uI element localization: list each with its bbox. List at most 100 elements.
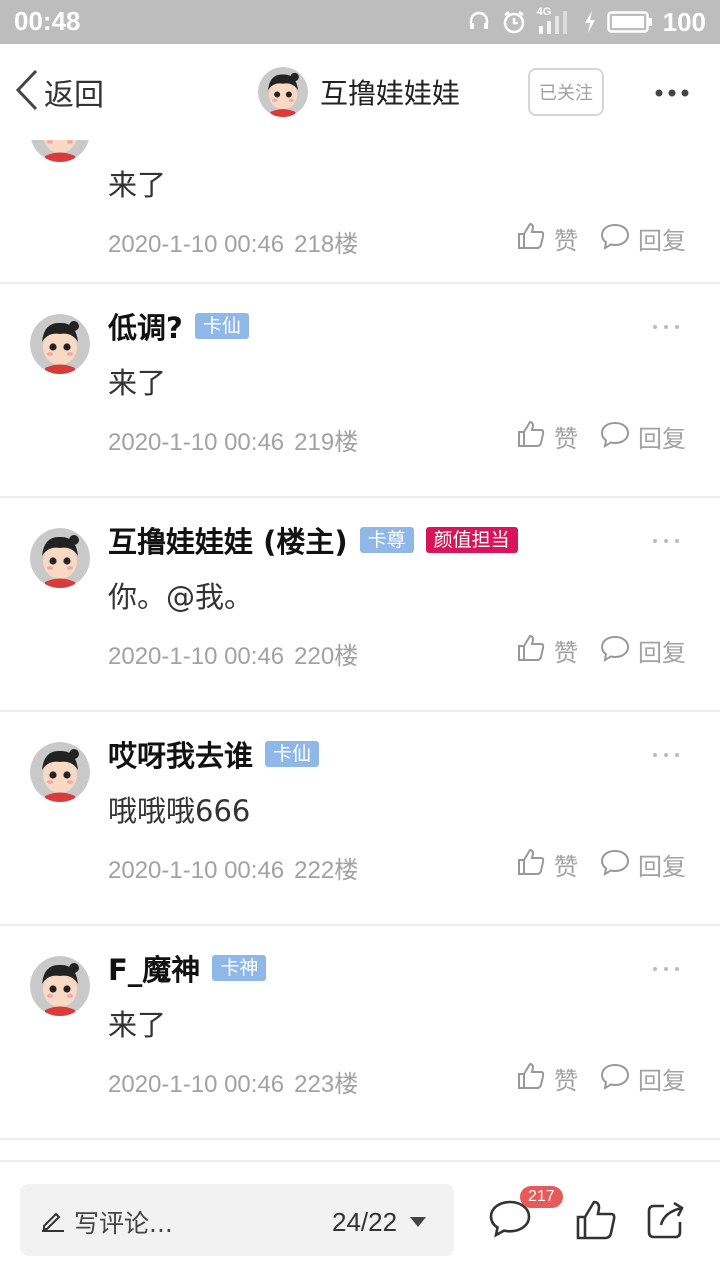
status-icons: 4G 100 [467, 6, 706, 38]
bolt-icon [583, 10, 597, 34]
like-label: 赞 [554, 638, 578, 667]
post-datetime: 2020-1-10 00:46 [108, 429, 285, 456]
post-meta: 2020-1-10 00:46 223楼 [108, 1064, 358, 1099]
bottom-bar: 写评论... 24/22 217 [0, 1160, 720, 1280]
post-floor: 222楼 [294, 857, 359, 884]
triangle-down-icon [409, 1213, 427, 1232]
chevron-left-icon [14, 69, 40, 115]
post-meta: 2020-1-10 00:46 222楼 [108, 850, 358, 885]
post-datetime: 2020-1-10 00:46 [108, 1071, 285, 1098]
speech-bubble-icon [600, 848, 630, 880]
like-label: 赞 [554, 1066, 578, 1095]
post-more-button[interactable] [652, 526, 684, 550]
share-button[interactable] [644, 1198, 688, 1242]
post-item: 互撸娃娃娃 (楼主) 卡尊 颜值担当 你。@我。 2020-1-10 00:46… [0, 498, 720, 712]
thumbs-up-icon [516, 847, 546, 881]
post-text: 来了 [108, 168, 167, 202]
more-horizontal-icon [652, 743, 680, 762]
thumbs-up-icon [574, 1200, 618, 1246]
avatar[interactable] [30, 528, 90, 588]
like-button[interactable]: 赞 [516, 844, 578, 884]
reply-label: 回复 [638, 226, 686, 255]
like-post-button[interactable] [574, 1198, 618, 1242]
post-header: 互撸娃娃娃 (楼主) 卡尊 颜值担当 [108, 520, 518, 560]
like-button[interactable]: 赞 [516, 630, 578, 670]
username[interactable]: 哎呀我去谁 [108, 733, 253, 775]
more-horizontal-icon [652, 529, 680, 548]
page-selector[interactable]: 24/22 [332, 1204, 427, 1240]
avatar[interactable] [30, 742, 90, 802]
post-item: 低调? 卡仙 来了 2020-1-10 00:46 219楼 赞 回复 [0, 284, 720, 498]
reply-label: 回复 [638, 1066, 686, 1095]
reply-label: 回复 [638, 638, 686, 667]
follow-button[interactable]: 已关注 [528, 68, 604, 116]
post-text: 来了 [108, 366, 167, 400]
pencil-icon [40, 1206, 66, 1236]
reply-button[interactable]: 回复 [600, 844, 686, 884]
like-button[interactable]: 赞 [516, 1058, 578, 1098]
post-datetime: 2020-1-10 00:46 [108, 643, 285, 670]
thread-owner[interactable]: 互撸娃娃娃 [258, 66, 460, 118]
share-icon [644, 1201, 688, 1246]
post-meta: 2020-1-10 00:46 218楼 [108, 224, 358, 259]
username[interactable]: 互撸娃娃娃 (楼主) [108, 519, 348, 561]
reply-button[interactable]: 回复 [600, 416, 686, 456]
avatar[interactable] [30, 140, 90, 162]
thumbs-up-icon [516, 221, 546, 255]
signal-icon: 4G [536, 6, 573, 36]
post-more-button[interactable] [652, 954, 684, 978]
headset-icon [467, 10, 491, 34]
more-horizontal-icon [652, 315, 680, 334]
level-badge: 卡神 [212, 955, 267, 981]
speech-bubble-icon [600, 420, 630, 452]
like-label: 赞 [554, 852, 578, 881]
post-meta: 2020-1-10 00:46 219楼 [108, 422, 358, 457]
reply-button[interactable]: 回复 [600, 218, 686, 258]
post-text: 哦哦哦666 [108, 794, 251, 828]
speech-bubble-icon [600, 634, 630, 666]
post-item: 来了 2020-1-10 00:46 218楼 赞 回复 [0, 140, 720, 284]
more-horizontal-icon [652, 957, 680, 976]
level-badge: 卡仙 [194, 313, 249, 339]
post-more-button[interactable] [652, 740, 684, 764]
like-label: 赞 [554, 226, 578, 255]
post-item: 哎呀我去谁 卡仙 哦哦哦666 2020-1-10 00:46 222楼 赞 回复 [0, 712, 720, 926]
thumbs-up-icon [516, 1061, 546, 1095]
avatar[interactable] [30, 956, 90, 1016]
thumbs-up-icon [516, 419, 546, 453]
more-button[interactable] [648, 74, 696, 110]
post-floor: 220楼 [294, 643, 359, 670]
back-label: 返回 [44, 78, 104, 113]
more-horizontal-icon [654, 83, 690, 102]
battery-icon [606, 10, 653, 34]
reply-button[interactable]: 回复 [600, 1058, 686, 1098]
username[interactable]: 低调? [108, 305, 183, 347]
post-item: F_魔神 卡神 来了 2020-1-10 00:46 223楼 赞 回复 [0, 926, 720, 1140]
page-title: 互撸娃娃娃 [320, 77, 461, 110]
page-indicator-text: 24/22 [332, 1206, 398, 1237]
username[interactable]: F_魔神 [108, 947, 200, 989]
avatar[interactable] [30, 314, 90, 374]
post-text: 来了 [108, 1008, 167, 1042]
post-header: 哎呀我去谁 卡仙 [108, 733, 320, 775]
thumbs-up-icon [516, 633, 546, 667]
like-button[interactable]: 赞 [516, 416, 578, 456]
comment-input[interactable]: 写评论... 24/22 [20, 1184, 454, 1256]
post-text: 你。@我。 [108, 580, 254, 614]
network-type: 4G [536, 6, 552, 18]
post-meta: 2020-1-10 00:46 220楼 [108, 636, 358, 671]
post-header: F_魔神 卡神 [108, 947, 267, 989]
status-time: 00:48 [14, 6, 81, 36]
alarm-clock-icon [501, 9, 527, 35]
status-bar: 00:48 4G 100 [0, 0, 720, 44]
like-button[interactable]: 赞 [516, 218, 578, 258]
post-header: 低调? 卡仙 [108, 306, 249, 346]
post-more-button[interactable] [652, 312, 684, 336]
avatar [258, 67, 308, 117]
title-badge: 颜值担当 [425, 527, 518, 553]
level-badge: 卡仙 [265, 741, 320, 767]
reply-button[interactable]: 回复 [600, 630, 686, 670]
speech-bubble-icon [488, 1200, 532, 1242]
back-button[interactable]: 返回 [14, 69, 104, 115]
post-datetime: 2020-1-10 00:46 [108, 857, 285, 884]
